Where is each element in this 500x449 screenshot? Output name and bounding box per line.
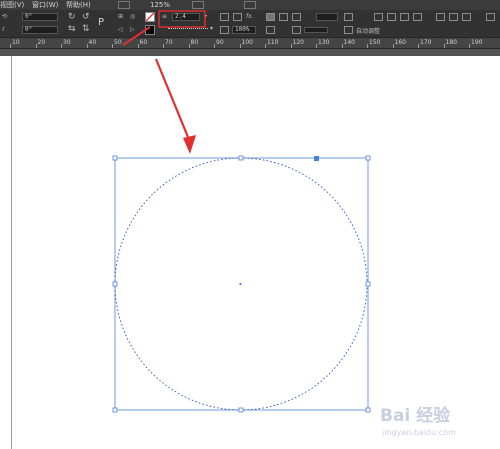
annotation-line-short bbox=[122, 26, 151, 46]
handle-top-center[interactable] bbox=[238, 155, 244, 161]
annotation-arrowhead bbox=[183, 135, 196, 154]
handle-bottom-right[interactable] bbox=[365, 407, 371, 413]
handle-middle-right[interactable] bbox=[365, 281, 371, 287]
handle-top-right[interactable] bbox=[365, 155, 371, 161]
corner-options-handle[interactable] bbox=[314, 156, 319, 161]
center-point[interactable] bbox=[239, 283, 242, 285]
baidu-watermark: Bai 经验 jingyan.baidu.com bbox=[380, 405, 456, 437]
handle-top-left[interactable] bbox=[112, 155, 118, 161]
annotation-line bbox=[154, 58, 192, 143]
watermark-brand: Bai 经验 bbox=[380, 405, 451, 426]
annotation-highlight-box bbox=[158, 10, 206, 28]
handle-bottom-center[interactable] bbox=[238, 407, 244, 413]
handle-middle-left[interactable] bbox=[112, 281, 118, 287]
handle-bottom-left[interactable] bbox=[112, 407, 118, 413]
document-canvas[interactable]: Bai 经验 jingyan.baidu.com bbox=[0, 0, 500, 449]
watermark-url: jingyan.baidu.com bbox=[381, 428, 456, 437]
annotation-arrow bbox=[122, 10, 206, 154]
